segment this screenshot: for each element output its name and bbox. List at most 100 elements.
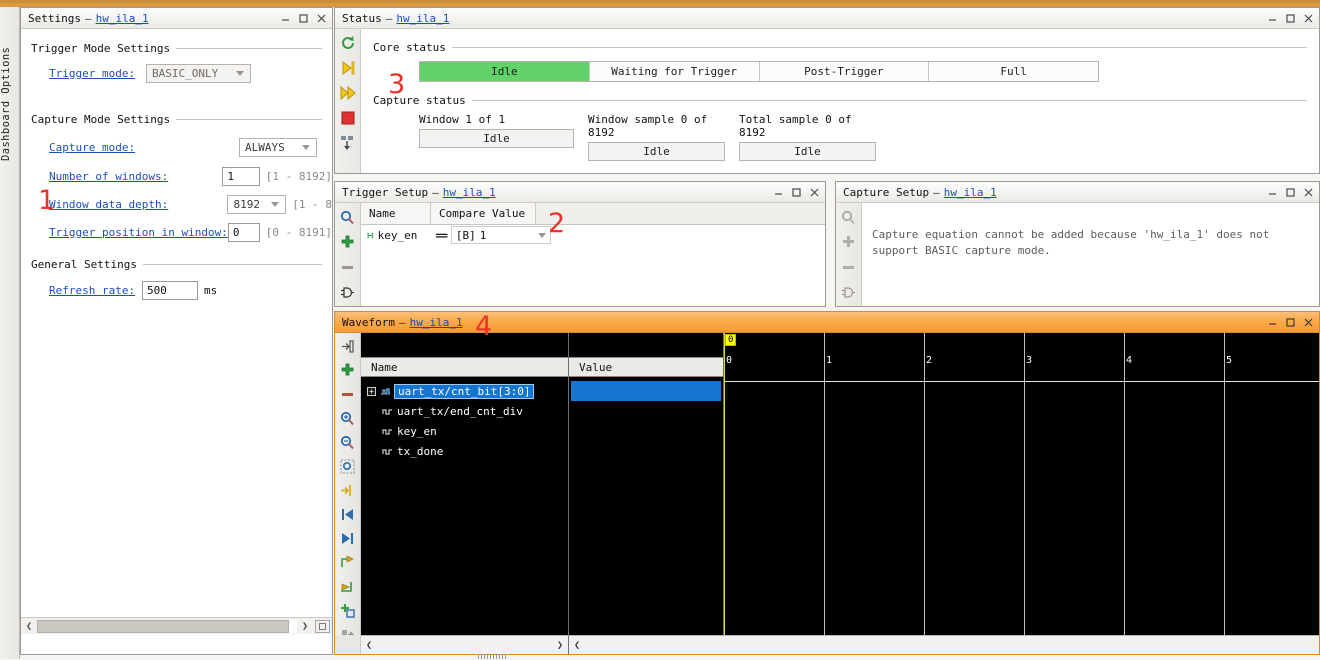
run-immediate-icon[interactable] [338,83,358,103]
trigger-position-label[interactable]: Trigger position in window: [49,226,228,239]
number-of-windows-input[interactable]: 1 [222,167,260,186]
add-marker-icon[interactable] [338,552,358,572]
list-item[interactable]: + uart_tx/cnt_bit[3:0] [361,381,568,401]
trigger-mode-select[interactable]: BASIC_ONLY [146,64,251,83]
dashboard-options-rail[interactable]: Dashboard Options [0,7,20,659]
ruler-label: 0 [726,355,733,366]
dashboard-options-label: Dashboard Options [0,46,12,161]
signal-name[interactable]: tx_done [397,445,443,458]
scroll-right-icon[interactable]: ❯ [552,638,568,653]
maximize-icon[interactable] [789,185,804,200]
zoom-fit-icon[interactable] [338,456,358,476]
minimize-icon[interactable] [278,11,293,26]
export-icon[interactable] [338,133,358,153]
scroll-left-icon[interactable]: ❮ [569,638,585,653]
capture-setup-message: Capture equation cannot be added because… [872,228,1270,257]
close-icon[interactable] [807,185,822,200]
chevron-down-icon [302,145,310,150]
signal-name[interactable]: uart_tx/cnt_bit[3:0] [393,383,535,399]
add-group-icon[interactable] [338,600,358,620]
section-general: General Settings [31,258,322,271]
close-icon[interactable] [1301,11,1316,26]
scroll-right-icon[interactable]: ❯ [297,619,313,634]
number-of-windows-label[interactable]: Number of windows: [49,170,222,183]
refresh-rate-input[interactable]: 500 [142,281,198,300]
close-icon[interactable] [1301,185,1316,200]
capture-setup-ila-link[interactable]: hw_ila_1 [944,186,997,199]
maximize-icon[interactable] [1283,11,1298,26]
remove-probe-icon[interactable] [338,257,358,277]
waveform-ila-link[interactable]: hw_ila_1 [410,316,463,329]
plot-hscrollbar[interactable]: ❮ [569,635,1319,654]
list-item[interactable]: tx_done [361,441,568,461]
goto-last-icon[interactable] [338,528,358,548]
minimize-icon[interactable] [1265,315,1280,330]
column-filler [536,203,825,224]
waveform-toolbar [335,333,361,654]
signal-name[interactable]: uart_tx/end_cnt_div [397,405,523,418]
signal-value[interactable] [571,381,721,401]
name-column-hscrollbar[interactable]: ❮ ❯ [361,635,569,654]
zoom-out-icon[interactable] [338,432,358,452]
goto-first-icon[interactable] [338,504,358,524]
refresh-rate-label[interactable]: Refresh rate: [49,284,137,297]
close-icon[interactable] [1301,315,1316,330]
signal-value[interactable] [569,401,723,421]
settings-titlebar: Settings – hw_ila_1 [21,8,332,29]
settings-hscrollbar[interactable]: ❮ ❯ [21,617,332,634]
logic-gate-icon[interactable] [338,282,358,302]
refresh-icon[interactable] [338,33,358,53]
trigger-setup-ila-link[interactable]: hw_ila_1 [443,186,496,199]
table-row[interactable]: ∺ key_en == [B] 1 [361,225,825,245]
cursor-marker[interactable] [724,333,725,654]
move-marker-icon[interactable] [338,576,358,596]
capture-mode-select[interactable]: ALWAYS [239,138,317,157]
scroll-track[interactable] [37,619,297,633]
add-probe-icon[interactable] [338,232,358,252]
signal-name[interactable]: key_en [397,425,437,438]
trigger-mode-label[interactable]: Trigger mode: [49,67,142,80]
expand-icon[interactable]: + [367,386,376,396]
add-probe-icon[interactable] [338,360,358,380]
waveform-plot[interactable]: 0 1 2 3 4 5 0 [724,333,1319,654]
waveform-ruler[interactable]: 0 1 2 3 4 5 [724,333,1319,381]
trigger-operator[interactable]: == [436,229,448,242]
signal-value[interactable] [569,441,723,461]
search-icon[interactable] [338,207,358,227]
remove-probe-icon[interactable] [338,384,358,404]
signal-value[interactable] [569,421,723,441]
list-item[interactable]: key_en [361,421,568,441]
minimize-icon[interactable] [1265,11,1280,26]
trigger-position-input[interactable]: 0 [227,223,260,242]
maximize-icon[interactable] [1283,185,1298,200]
group-rule [471,100,1307,101]
goto-trigger-icon[interactable] [338,336,358,356]
cursor-marker-label[interactable]: 0 [725,334,737,346]
settings-ila-link[interactable]: hw_ila_1 [96,12,149,25]
scroll-left-icon[interactable]: ❮ [21,619,37,634]
list-item[interactable]: uart_tx/end_cnt_div [361,401,568,421]
zoom-in-icon[interactable] [338,408,358,428]
status-ila-link[interactable]: hw_ila_1 [396,12,449,25]
resize-corner-icon[interactable] [315,619,330,633]
scroll-thumb[interactable] [37,619,289,633]
minimize-icon[interactable] [771,185,786,200]
maximize-icon[interactable] [1283,315,1298,330]
goto-next-icon[interactable] [338,480,358,500]
trigger-setup-titlebar: Trigger Setup – hw_ila_1 [335,182,825,203]
trigger-radix: [B] [455,228,476,242]
waveform-column-name: Name [361,357,568,377]
stop-icon[interactable] [338,108,358,128]
minimize-icon[interactable] [1265,185,1280,200]
trigger-value-select[interactable]: [B] 1 [450,226,551,244]
resize-grip[interactable] [478,654,508,659]
window-data-depth-select[interactable]: 8192 [227,195,287,214]
window-data-depth-label[interactable]: Window data depth: [49,198,227,211]
waveform-main: Name + uart_tx/cnt_bit[3:0] uart_tx/end_… [361,333,1319,654]
trigger-compare-value: 1 [479,228,487,242]
capture-mode-label[interactable]: Capture mode: [49,141,239,154]
close-icon[interactable] [314,11,329,26]
scroll-left-icon[interactable]: ❮ [361,638,377,653]
maximize-icon[interactable] [296,11,311,26]
run-trigger-icon[interactable] [338,58,358,78]
